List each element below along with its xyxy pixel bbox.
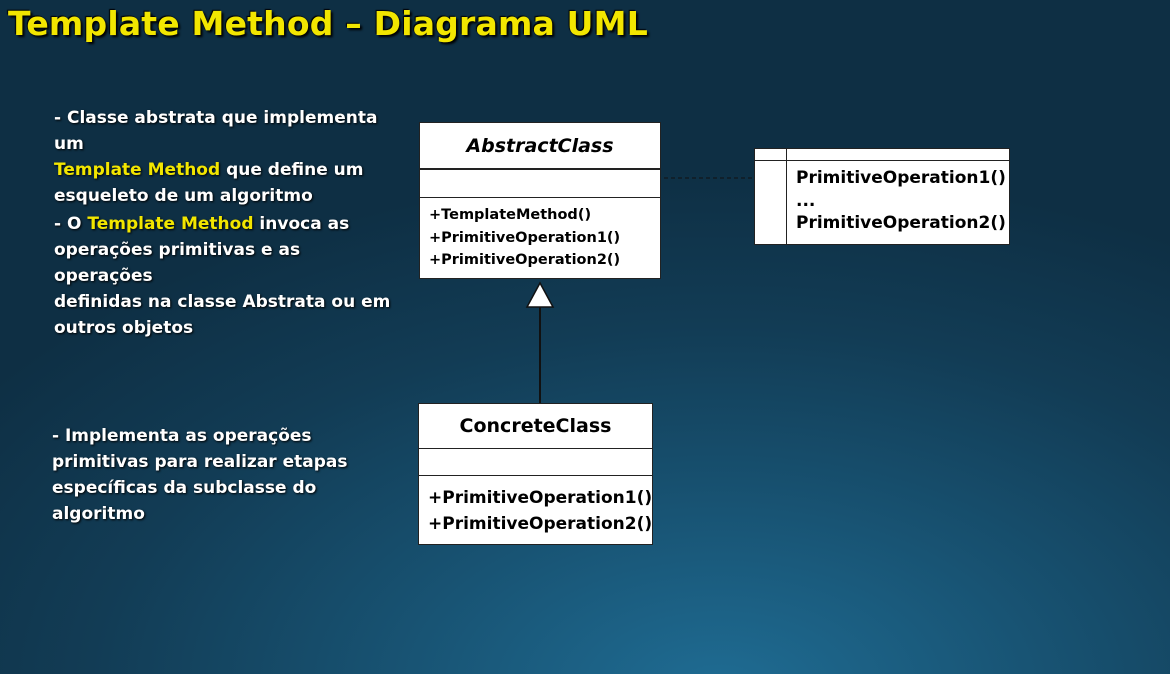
comment-line-2: PrimitiveOperation2() xyxy=(796,212,1006,233)
note-template-method: - O Template Method invoca as operações … xyxy=(54,211,404,341)
note2-line1: invoca as xyxy=(253,214,350,234)
abstract-op-primitive-2: +PrimitiveOperation2() xyxy=(429,252,621,268)
comment-note-body: PrimitiveOperation1() ... PrimitiveOpera… xyxy=(755,161,1009,236)
note1-line3: esqueleto de um algoritmo xyxy=(54,186,313,206)
concrete-class-operations: +PrimitiveOperation1() +PrimitiveOperati… xyxy=(419,476,652,537)
note3-line3: específicas da subclasse do algoritmo xyxy=(52,478,317,524)
note2-line2: operações primitivas e as operações xyxy=(54,240,301,286)
abstract-op-template-method: +TemplateMethod() xyxy=(429,207,592,223)
note2-prefix: - O xyxy=(54,214,88,234)
comment-note-box: PrimitiveOperation1() ... PrimitiveOpera… xyxy=(754,148,1010,245)
concrete-class-box: ConcreteClass +PrimitiveOperation1() +Pr… xyxy=(418,403,653,545)
note-concrete-class: - Implementa as operações primitivas par… xyxy=(52,423,402,527)
comment-line-ellipsis: ... xyxy=(796,190,816,211)
note3-line2: primitivas para realizar etapas xyxy=(52,452,348,472)
note1-line1: - Classe abstrata que implementa um xyxy=(54,108,378,154)
note2-highlight: Template Method xyxy=(87,214,254,234)
abstract-class-box: AbstractClass +TemplateMethod() +Primiti… xyxy=(419,122,661,279)
note-abstract-class: - Classe abstrata que implementa um Temp… xyxy=(54,105,404,209)
note2-line3: definidas na classe Abstrata ou em xyxy=(54,292,391,312)
concrete-class-attributes xyxy=(419,449,652,476)
concrete-class-name: ConcreteClass xyxy=(459,415,612,437)
note2-line4: outros objetos xyxy=(54,318,194,338)
comment-note-gutter xyxy=(786,149,787,244)
slide-title: Template Method – Diagrama UML xyxy=(8,4,648,43)
note3-line1: - Implementa as operações xyxy=(52,426,312,446)
note1-line2: que define um xyxy=(220,160,364,180)
comment-line-1: PrimitiveOperation1() xyxy=(796,168,1006,188)
concrete-class-name-section: ConcreteClass xyxy=(419,404,652,449)
abstract-class-operations: +TemplateMethod() +PrimitiveOperation1()… xyxy=(420,198,660,272)
comment-note-header xyxy=(755,149,1009,161)
concrete-op-primitive-2: +PrimitiveOperation2() xyxy=(428,514,653,534)
inheritance-arrowhead xyxy=(525,281,555,308)
abstract-class-name-section: AbstractClass xyxy=(420,123,660,169)
note1-highlight: Template Method xyxy=(54,160,221,180)
abstract-class-name: AbstractClass xyxy=(466,135,614,157)
abstract-op-primitive-1: +PrimitiveOperation1() xyxy=(429,229,621,246)
concrete-op-primitive-1: +PrimitiveOperation1() xyxy=(428,488,653,508)
abstract-class-attributes xyxy=(420,169,660,198)
